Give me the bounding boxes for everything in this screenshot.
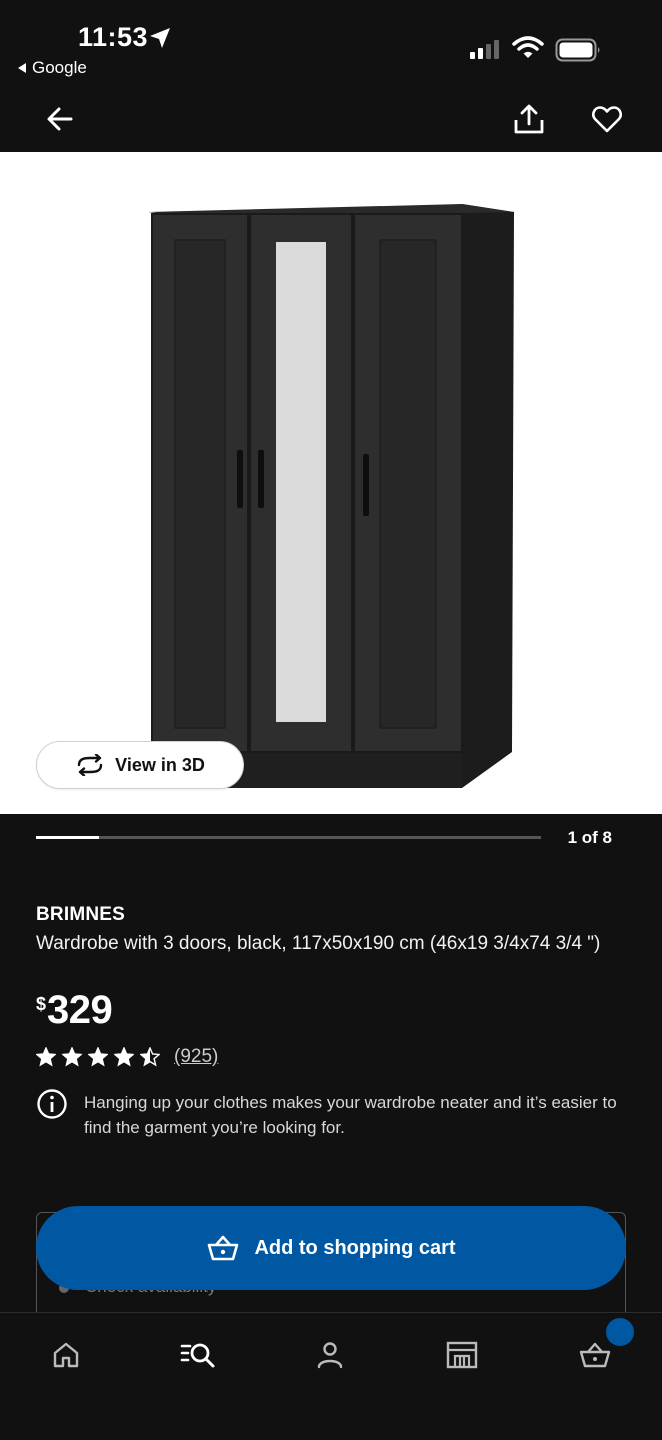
store-icon xyxy=(446,1341,478,1369)
info-icon xyxy=(37,1089,67,1119)
gallery-progress-track xyxy=(36,836,541,839)
add-to-cart-button[interactable]: Add to shopping cart xyxy=(36,1206,626,1290)
battery-icon xyxy=(555,38,600,62)
info-text: Hanging up your clothes makes your wardr… xyxy=(84,1093,617,1137)
shopping-basket-icon xyxy=(208,1235,239,1261)
price-currency: $ xyxy=(36,994,47,1014)
status-bar: 11:53 Google xyxy=(0,0,662,86)
review-count-link[interactable]: (925) xyxy=(174,1046,218,1068)
location-arrow-icon xyxy=(150,28,170,48)
product-price: $ 329 xyxy=(36,988,113,1033)
back-app-label: Google xyxy=(32,58,87,77)
share-button[interactable] xyxy=(509,99,549,139)
home-icon xyxy=(53,1342,79,1368)
product-description: Wardrobe with 3 doors, black, 117x50x190… xyxy=(36,933,601,954)
gallery-counter: 1 of 8 xyxy=(567,828,612,847)
product-info-note: Hanging up your clothes makes your wardr… xyxy=(36,1089,626,1140)
back-triangle-icon xyxy=(18,63,26,73)
cart-icon xyxy=(579,1342,611,1368)
app-bar xyxy=(0,86,662,152)
search-icon xyxy=(180,1343,215,1368)
status-time: 11:53 xyxy=(78,22,149,52)
star-icon xyxy=(36,1047,56,1067)
share-icon xyxy=(514,104,544,134)
star-icon xyxy=(140,1047,160,1067)
star-icon xyxy=(88,1047,108,1067)
nav-store[interactable] xyxy=(432,1335,492,1375)
back-button[interactable] xyxy=(40,99,80,139)
price-amount: 329 xyxy=(47,988,113,1032)
product-rating[interactable]: (925) xyxy=(36,1046,218,1068)
gallery-pager: 1 of 8 xyxy=(0,814,662,864)
view-in-3d-button[interactable]: View in 3D xyxy=(36,741,244,789)
wardrobe-image xyxy=(148,204,514,788)
nav-home[interactable] xyxy=(36,1335,96,1375)
rating-stars xyxy=(36,1047,160,1067)
gallery-progress-fill xyxy=(36,836,100,839)
favorite-button[interactable] xyxy=(587,99,627,139)
wifi-icon xyxy=(512,36,544,58)
rotate-3d-icon xyxy=(77,754,103,776)
heart-icon xyxy=(592,106,622,133)
view-in-3d-label: View in 3D xyxy=(115,754,205,775)
bottom-navigation xyxy=(0,1312,662,1440)
nav-search[interactable] xyxy=(168,1335,228,1375)
add-to-cart-label: Add to shopping cart xyxy=(254,1236,456,1259)
cart-badge xyxy=(606,1318,634,1346)
star-icon xyxy=(114,1047,134,1067)
profile-icon xyxy=(317,1342,343,1369)
star-icon xyxy=(62,1047,82,1067)
signal-icon xyxy=(470,40,499,59)
back-arrow-icon xyxy=(47,107,73,131)
nav-profile[interactable] xyxy=(300,1335,360,1375)
back-to-app-link[interactable]: Google xyxy=(18,58,87,78)
product-brand: BRIMNES xyxy=(36,904,126,925)
product-image-carousel[interactable]: View in 3D xyxy=(0,152,662,814)
